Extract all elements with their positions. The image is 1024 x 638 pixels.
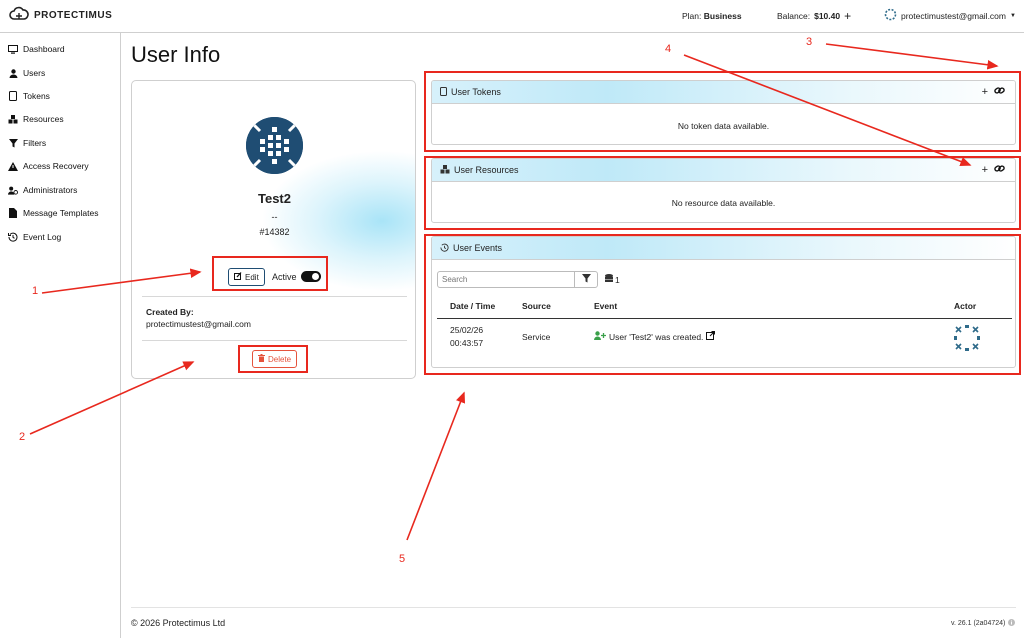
brand-name: PROTECTIMUS — [34, 9, 113, 21]
sidebar-item-message-templates[interactable]: Message Templates — [8, 208, 98, 218]
plan-label: Plan: — [682, 11, 702, 21]
sidebar-item-label: Tokens — [23, 91, 50, 101]
annotation-label-2: 2 — [19, 431, 26, 443]
annotation-box-1 — [212, 256, 328, 291]
top-bar: PROTECTIMUS Plan: Business Balance: $10.… — [0, 0, 1024, 33]
annotation-box-events — [424, 234, 1021, 375]
sidebar-item-event-log[interactable]: Event Log — [8, 232, 61, 242]
admin-icon — [8, 185, 18, 195]
user-card: Test2 -- #14382 Edit Active Created By: … — [131, 80, 416, 379]
page-title: User Info — [131, 42, 221, 67]
user-name: Test2 — [258, 191, 291, 206]
sidebar-item-label: Filters — [23, 138, 47, 148]
divider — [142, 296, 407, 297]
sidebar-item-label: Users — [23, 68, 46, 78]
sidebar-item-resources[interactable]: Resources — [8, 114, 64, 124]
annotation-label-5: 5 — [399, 553, 406, 565]
sidebar-item-label: Message Templates — [23, 208, 99, 218]
sidebar-item-label: Access Recovery — [23, 161, 89, 171]
account-avatar-icon — [884, 8, 897, 23]
warning-icon — [8, 161, 18, 171]
sidebar-item-label: Dashboard — [23, 44, 65, 54]
file-icon — [8, 208, 18, 218]
sidebar-item-label: Administrators — [23, 185, 78, 195]
footer-copyright: © 2026 Protectimus Ltd — [131, 618, 226, 628]
sidebar-item-access-recovery[interactable]: Access Recovery — [8, 161, 89, 171]
sidebar-item-label: Event Log — [23, 232, 62, 242]
plan-value: Business — [703, 11, 742, 21]
sidebar-item-administrators[interactable]: Administrators — [8, 185, 77, 195]
monitor-icon — [8, 44, 18, 54]
balance-info: Balance: $10.40 + — [777, 10, 851, 22]
annotation-label-3: 3 — [806, 36, 813, 48]
annotation-label-4: 4 — [665, 43, 672, 55]
brand-logo[interactable]: PROTECTIMUS — [9, 6, 112, 24]
sidebar-item-tokens[interactable]: Tokens — [8, 91, 50, 101]
annotation-box-resources — [424, 156, 1021, 230]
cubes-icon — [8, 114, 18, 124]
sidebar-item-label: Resources — [23, 114, 64, 124]
plan-info: Plan: Business — [682, 11, 742, 21]
info-icon[interactable] — [1008, 619, 1016, 628]
filter-icon — [8, 138, 18, 148]
annotation-box-tokens — [424, 71, 1021, 152]
balance-value: $10.40 — [814, 11, 841, 21]
created-by-label: Created By: — [146, 307, 194, 317]
user-icon — [8, 68, 18, 78]
footer-divider — [131, 607, 1016, 608]
sidebar-item-users[interactable]: Users — [8, 68, 45, 78]
annotation-label-1: 1 — [32, 285, 39, 297]
tablet-icon — [8, 91, 18, 101]
annotation-box-2 — [238, 345, 308, 373]
version-text: v. 26.1 (2a04724) — [951, 620, 1006, 627]
user-id: #14382 — [259, 227, 290, 237]
sidebar-item-filters[interactable]: Filters — [8, 138, 46, 148]
footer-version: v. 26.1 (2a04724) — [951, 619, 1016, 628]
caret-down-icon: ▼ — [1010, 12, 1016, 19]
history-icon — [8, 232, 18, 242]
user-avatar — [246, 117, 303, 174]
sidebar: Dashboard Users Tokens Resources Filters… — [0, 33, 121, 638]
account-menu[interactable]: protectimustest@gmail.com ▼ — [884, 8, 1016, 23]
divider — [142, 340, 407, 341]
cloud-logo-icon — [9, 6, 29, 24]
sidebar-item-dashboard[interactable]: Dashboard — [8, 44, 65, 54]
add-balance-button[interactable]: + — [844, 10, 851, 22]
account-email: protectimustest@gmail.com — [901, 10, 1006, 21]
balance-label: Balance: — [777, 11, 811, 21]
user-subtitle: -- — [271, 212, 278, 222]
created-by-value: protectimustest@gmail.com — [146, 319, 251, 329]
